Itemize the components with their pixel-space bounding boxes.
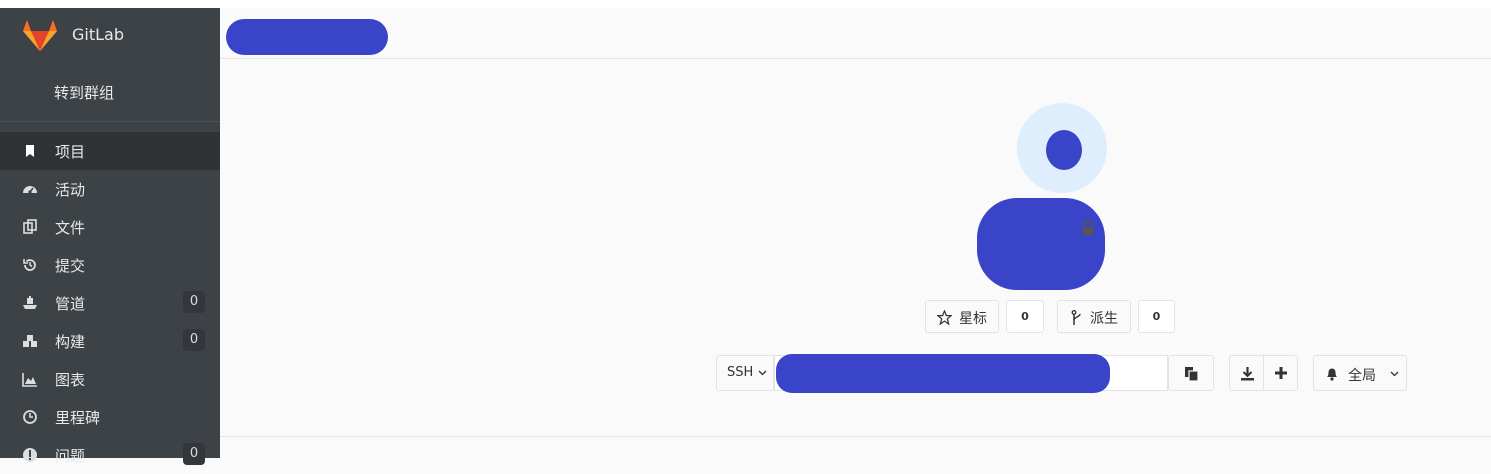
brand[interactable]: GitLab <box>0 8 220 60</box>
sidebar-item-label: 里程碑 <box>55 409 101 427</box>
top-header <box>220 8 1491 59</box>
sidebar-item-commits[interactable]: 提交 <box>0 246 220 284</box>
sidebar-item-activity[interactable]: 活动 <box>0 170 220 208</box>
download-button[interactable] <box>1229 355 1264 391</box>
redacted-clone-url <box>776 354 1110 393</box>
add-new-button[interactable] <box>1263 355 1298 391</box>
sidebar-item-project[interactable]: 项目 <box>0 132 220 170</box>
fork-icon <box>1071 310 1081 325</box>
chevron-down-icon <box>758 370 767 376</box>
ship-icon <box>23 296 37 309</box>
copy-url-button[interactable] <box>1168 355 1214 391</box>
clock-icon <box>23 410 37 424</box>
pipelines-count: 0 <box>183 291 205 313</box>
brand-name: GitLab <box>72 25 124 44</box>
chevron-down-icon <box>1390 371 1399 377</box>
files-icon <box>23 219 37 234</box>
sidebar-item-milestones[interactable]: 里程碑 <box>0 398 220 436</box>
clone-protocol-dropdown[interactable]: SSH <box>716 355 774 391</box>
sidebar-item-label: 问题 <box>55 447 86 465</box>
sidebar-item-label: 活动 <box>55 181 86 199</box>
sidebar-item-issues[interactable]: 问题 0 <box>0 436 220 474</box>
notification-dropdown[interactable]: 全局 <box>1313 355 1407 391</box>
download-icon <box>1241 367 1254 381</box>
lock-icon <box>1082 220 1094 235</box>
copy-icon <box>1185 367 1199 382</box>
sidebar-item-label: 文件 <box>55 219 86 237</box>
redacted-project-title-top <box>994 198 1076 244</box>
redacted-breadcrumb <box>226 19 388 55</box>
redacted-avatar-letter <box>1046 130 1082 170</box>
fork-count[interactable]: 0 <box>1138 300 1175 333</box>
star-button[interactable]: 星标 <box>925 300 999 333</box>
sidebar-divider <box>0 121 220 122</box>
sidebar-item-builds[interactable]: 构建 0 <box>0 322 220 360</box>
plus-icon <box>1275 367 1287 379</box>
area-chart-icon <box>22 373 37 387</box>
bell-icon <box>1327 368 1337 381</box>
fork-label: 派生 <box>1090 311 1118 327</box>
clone-protocol-label: SSH <box>727 365 754 380</box>
sidebar-item-label: 图表 <box>55 371 86 389</box>
cubes-icon <box>23 335 37 347</box>
back-to-group-link[interactable]: 转到群组 <box>54 82 114 103</box>
builds-count: 0 <box>183 329 205 351</box>
exclamation-icon <box>23 448 37 462</box>
sidebar-item-pipelines[interactable]: 管道 0 <box>0 284 220 322</box>
sidebar-item-label: 提交 <box>55 257 86 275</box>
sidebar-item-label: 构建 <box>55 333 86 351</box>
sidebar-item-graphs[interactable]: 图表 <box>0 360 220 398</box>
star-count[interactable]: 0 <box>1006 300 1044 333</box>
sidebar-item-label: 项目 <box>55 143 86 161</box>
bookmark-icon <box>26 145 34 157</box>
dashboard-icon <box>23 186 37 194</box>
issues-count: 0 <box>183 443 205 465</box>
sidebar-item-label: 管道 <box>55 295 86 313</box>
history-icon <box>23 259 36 271</box>
gitlab-logo-icon <box>23 20 57 51</box>
content-divider <box>220 436 1491 437</box>
sidebar: GitLab 转到群组 项目 活动 文件 提交 管道 0 构建 0 图表 里程碑… <box>0 8 220 465</box>
notification-level-label: 全局 <box>1348 368 1376 384</box>
star-icon <box>937 310 952 325</box>
star-label: 星标 <box>959 311 987 327</box>
fork-button[interactable]: 派生 <box>1057 300 1131 333</box>
sidebar-item-files[interactable]: 文件 <box>0 208 220 246</box>
